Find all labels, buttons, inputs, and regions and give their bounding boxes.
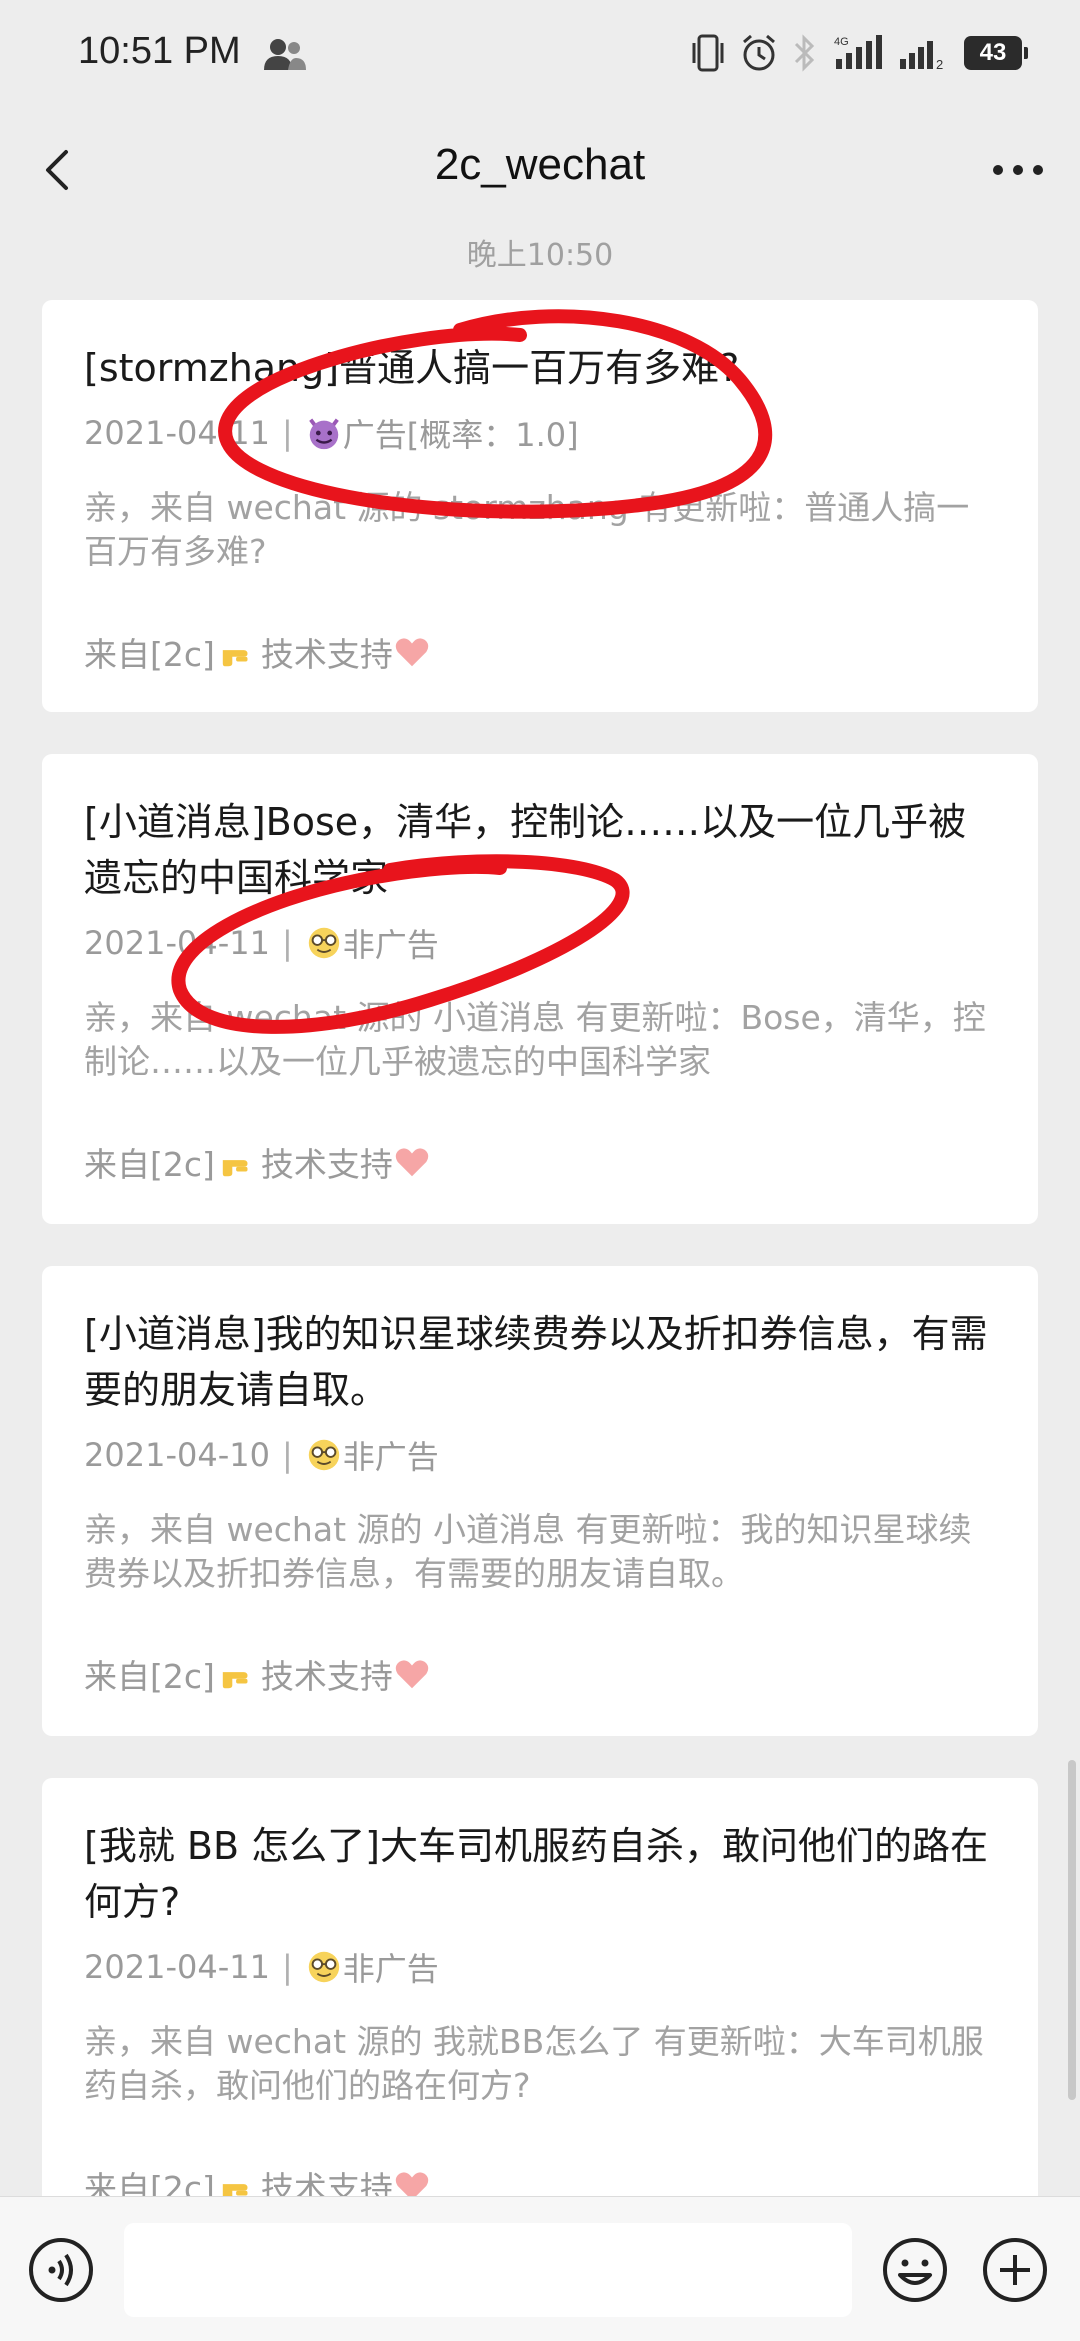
ad-label: 广告[概率：1.0] xyxy=(342,416,579,454)
card-date: 2021-04-11 xyxy=(84,1948,270,1986)
card-description: 亲，来自 wechat 源的 小道消息 有更新啦：Bose，清华，控制论……以及… xyxy=(84,998,986,1081)
devil-emoji-icon xyxy=(308,418,339,450)
bluetooth-icon xyxy=(794,34,815,72)
message-card[interactable]: [stormzhang]普通人搞一百万有多难? 2021-04-11 | 广告[… xyxy=(42,300,1038,712)
message-input[interactable] xyxy=(124,2223,852,2317)
status-icons: 4G 2 43 xyxy=(690,30,1028,76)
footer-source: 来自[2c] xyxy=(84,635,215,674)
card-footer: 来自[2c] 技术支持 xyxy=(84,1138,996,1186)
card-description: 亲，来自 wechat 源的 小道消息 有更新啦：我的知识星球续费券以及折扣券信… xyxy=(84,1510,972,1593)
signal-2-icon: 2 xyxy=(900,41,943,72)
plus-icon[interactable] xyxy=(980,2235,1050,2305)
ad-label: 非广告 xyxy=(342,1950,439,1988)
more-dots-icon[interactable] xyxy=(986,146,1050,194)
nerd-emoji-icon xyxy=(308,927,339,959)
card-date: 2021-04-11 xyxy=(84,924,270,962)
pointing-hand-icon xyxy=(222,650,248,667)
card-title: [小道消息]我的知识星球续费券以及折扣券信息，有需要的朋友请自取。 xyxy=(84,1312,988,1412)
nerd-emoji-icon xyxy=(308,1951,339,1983)
message-card[interactable]: [我就 BB 怎么了]大车司机服药自杀，敢问他们的路在何方? 2021-04-1… xyxy=(42,1778,1038,2248)
card-description: 亲，来自 wechat 源的 stormzhang 有更新啦：普通人搞一百万有多… xyxy=(84,488,970,571)
smiley-icon[interactable] xyxy=(880,2235,950,2305)
card-title: [小道消息]Bose，清华，控制论……以及一位几乎被遗忘的中国科学家 xyxy=(84,800,967,900)
footer-source: 来自[2c] xyxy=(84,1145,215,1184)
svg-text:4G: 4G xyxy=(834,36,849,48)
footer-support: 技术支持 xyxy=(260,635,393,674)
message-feed: [stormzhang]普通人搞一百万有多难? 2021-04-11 | 广告[… xyxy=(42,300,1038,2290)
pointing-hand-icon xyxy=(222,1160,248,1177)
chat-input-bar xyxy=(0,2196,1080,2341)
card-meta: 2021-04-11 | 广告[概率：1.0] xyxy=(84,410,996,456)
scrollbar[interactable] xyxy=(1068,1760,1076,2100)
battery-indicator: 43 xyxy=(964,36,1028,70)
heart-icon xyxy=(395,1660,429,1689)
nerd-emoji-icon xyxy=(308,1439,339,1471)
card-meta: 2021-04-10 | 非广告 xyxy=(84,1432,996,1478)
separator: | xyxy=(281,1948,293,1986)
card-title: [stormzhang]普通人搞一百万有多难? xyxy=(84,346,740,390)
signal-4g-icon: 4G xyxy=(834,35,882,69)
separator: | xyxy=(281,924,293,962)
card-meta: 2021-04-11 | 非广告 xyxy=(84,920,996,966)
card-footer: 来自[2c] 技术支持 xyxy=(84,1650,996,1698)
svg-text:2: 2 xyxy=(936,57,943,72)
status-time: 10:51 PM xyxy=(78,30,241,72)
vibrate-icon xyxy=(692,34,724,72)
card-footer: 来自[2c] 技术支持 xyxy=(84,628,996,676)
footer-source: 来自[2c] xyxy=(84,1657,215,1696)
chat-title: 2c_wechat xyxy=(434,140,646,189)
card-meta: 2021-04-11 | 非广告 xyxy=(84,1944,996,1990)
card-description: 亲，来自 wechat 源的 我就BB怎么了 有更新啦：大车司机服药自杀，敢问他… xyxy=(84,2022,984,2105)
ad-label: 非广告 xyxy=(342,1438,439,1476)
heart-icon xyxy=(395,638,429,667)
contacts-icon xyxy=(264,39,306,70)
separator: | xyxy=(281,1436,293,1474)
message-card[interactable]: [小道消息]Bose，清华，控制论……以及一位几乎被遗忘的中国科学家 2021-… xyxy=(42,754,1038,1224)
alarm-icon xyxy=(743,34,775,71)
card-title: [我就 BB 怎么了]大车司机服药自杀，敢问他们的路在何方? xyxy=(84,1824,988,1924)
card-date: 2021-04-10 xyxy=(84,1436,270,1474)
ad-label: 非广告 xyxy=(342,926,439,964)
chat-header: 2c_wechat xyxy=(0,110,1080,230)
pointing-hand-icon xyxy=(222,1672,248,1689)
message-card[interactable]: [小道消息]我的知识星球续费券以及折扣券信息，有需要的朋友请自取。 2021-0… xyxy=(42,1266,1038,1736)
separator: | xyxy=(281,414,293,452)
message-timestamp: 晚上10:50 xyxy=(466,238,614,273)
status-bar: 10:51 PM 4G 2 43 xyxy=(0,0,1080,110)
card-date: 2021-04-11 xyxy=(84,414,270,452)
footer-support: 技术支持 xyxy=(260,1145,393,1184)
footer-support: 技术支持 xyxy=(260,1657,393,1696)
heart-icon xyxy=(395,1148,429,1177)
voice-icon[interactable] xyxy=(26,2235,96,2305)
